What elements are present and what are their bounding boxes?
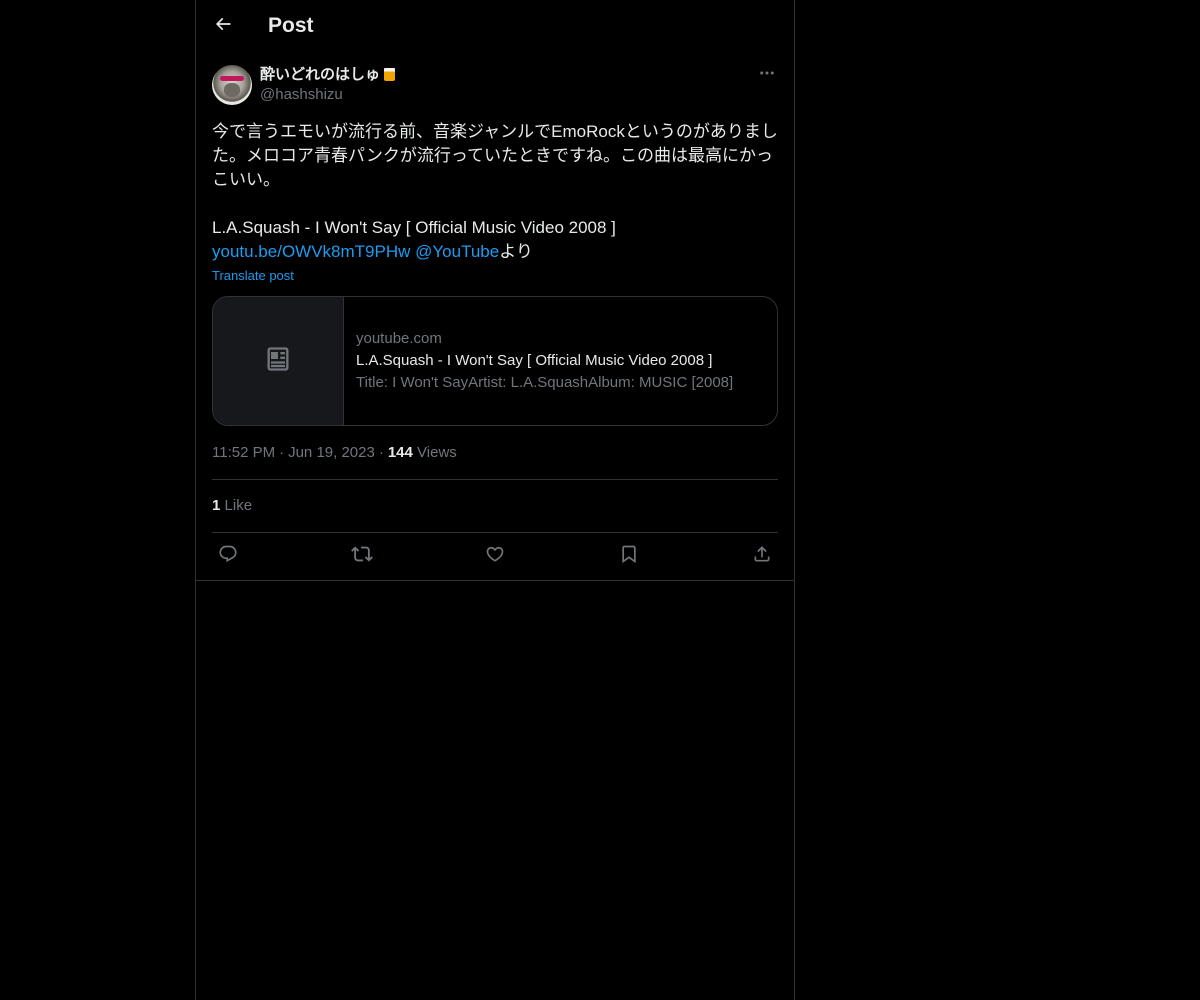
main-column: Post 酔いどれのはしゅ @hashshizu 今で言うエモいが流行る前、音楽… <box>195 0 795 1000</box>
avatar-face <box>224 83 240 97</box>
separator-dot: · <box>279 444 285 461</box>
likes-count: 1 <box>212 497 221 514</box>
author-display-name[interactable]: 酔いどれのはしゅ <box>260 65 396 85</box>
post-meta: 11:52 PM · Jun 19, 2023 · 144 Views <box>212 443 778 480</box>
link-card[interactable]: youtube.com L.A.Squash - I Won't Say [ O… <box>212 296 778 426</box>
post-text-main: 今で言うエモいが流行る前、音楽ジャンルでEmoRockというのがありました。メロ… <box>212 122 778 237</box>
avatar-glasses <box>220 76 244 81</box>
beer-mug-icon <box>384 68 396 81</box>
card-description: Title: I Won't SayArtist: L.A.SquashAlbu… <box>356 374 734 391</box>
display-name-text: 酔いどれのはしゅ <box>260 66 381 83</box>
article-icon <box>264 345 292 378</box>
post-link[interactable]: youtu.be/OWVk8mT9PHw <box>212 242 410 261</box>
bookmark-button[interactable] <box>617 544 641 568</box>
separator-dot: · <box>378 444 384 461</box>
likes-row[interactable]: 1 Like <box>212 480 778 533</box>
author-row: 酔いどれのはしゅ @hashshizu <box>212 64 778 108</box>
action-bar <box>212 533 778 579</box>
views-count: 144 <box>387 444 413 461</box>
share-icon <box>752 544 772 569</box>
card-thumbnail <box>213 297 344 425</box>
avatar[interactable] <box>212 65 252 105</box>
reply-button[interactable] <box>216 544 240 568</box>
bookmark-icon <box>619 544 639 569</box>
more-icon <box>758 64 776 87</box>
post-mention[interactable]: @YouTube <box>415 242 499 261</box>
page-title: Post <box>268 14 314 37</box>
post-text: 今で言うエモいが流行る前、音楽ジャンルでEmoRockというのがありました。メロ… <box>212 120 778 264</box>
more-options-button[interactable] <box>756 64 778 86</box>
card-domain: youtube.com <box>356 330 442 347</box>
repost-icon <box>350 543 373 570</box>
share-button[interactable] <box>750 544 774 568</box>
reply-icon <box>218 544 238 569</box>
arrow-left-icon <box>213 14 233 39</box>
card-body: youtube.com L.A.Squash - I Won't Say [ O… <box>344 297 733 425</box>
card-title: L.A.Squash - I Won't Say [ Official Musi… <box>356 352 713 369</box>
post-date[interactable]: Jun 19, 2023 <box>288 444 375 461</box>
author-handle[interactable]: @hashshizu <box>260 85 343 105</box>
translate-post-link[interactable]: Translate post <box>212 268 778 284</box>
like-button[interactable] <box>483 544 507 568</box>
page-header: Post <box>196 0 794 53</box>
post-time[interactable]: 11:52 PM <box>212 444 275 461</box>
heart-icon <box>485 544 505 569</box>
post-divider <box>196 580 794 581</box>
post-text-suffix: より <box>499 242 533 261</box>
post: 酔いどれのはしゅ @hashshizu 今で言うエモいが流行る前、音楽ジャンルで… <box>212 64 778 579</box>
back-button[interactable] <box>206 9 240 43</box>
repost-button[interactable] <box>350 544 374 568</box>
likes-label: Like <box>224 497 253 514</box>
views-label: Views <box>417 444 457 461</box>
